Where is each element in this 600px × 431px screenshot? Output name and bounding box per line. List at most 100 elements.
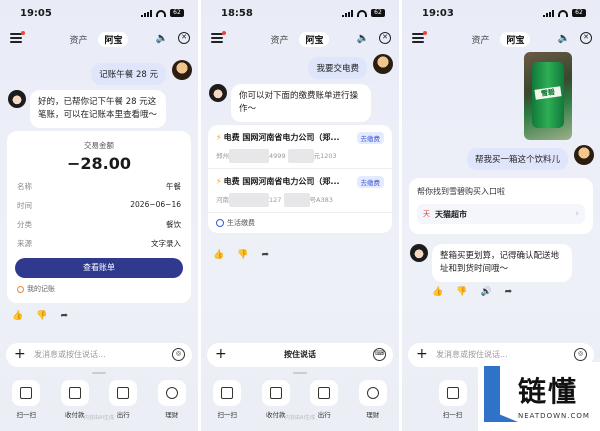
phone-screen-electricity: 18:58 62 资产 阿宝 🔈 ✕ 我要交电费 你可以对下面的缴费账单进行操作… [201, 0, 399, 431]
sound-icon[interactable]: 🔈 [357, 33, 369, 44]
scan-icon [221, 387, 234, 399]
battery-icon: 62 [170, 9, 184, 17]
scan-icon [20, 387, 33, 399]
message-input-bar[interactable]: + 发消息或按住说话... ◎ [6, 343, 192, 367]
can-shape: 雪碧 [532, 62, 564, 128]
store-card: 帮你找到雪碧购买入口啦 天 天猫超市 › [409, 178, 593, 234]
logo-subtext: NEATDOWN.COM [518, 412, 590, 420]
amount-value: −28.00 [66, 154, 131, 173]
assistant-avatar [410, 244, 428, 262]
can-label: 雪碧 [534, 86, 562, 100]
sound-icon[interactable]: 🔈 [156, 33, 168, 44]
voice-icon[interactable]: ◎ [574, 348, 587, 361]
dislike-icon[interactable]: 👎 [456, 287, 467, 297]
phone-screen-bookkeeping: 19:05 62 资产 阿宝 🔈 ✕ 记账午餐 28 元 好的，已帮你记下午餐 … [0, 0, 198, 431]
like-icon[interactable]: 👍 [213, 250, 224, 260]
travel-icon [117, 387, 130, 399]
ai-disclaimer: 内容由AI生成 [285, 415, 315, 421]
voice-icon[interactable]: ◎ [172, 348, 185, 361]
ai-disclaimer: 内容由AI生成 [84, 415, 114, 421]
payment-icon [68, 387, 81, 399]
user-avatar [574, 145, 594, 165]
share-icon[interactable]: ➦ [505, 287, 513, 297]
assistant-message: 你可以对下面的缴费账单进行操作～ [231, 84, 371, 122]
battery-icon: 62 [371, 9, 385, 17]
payment-icon [269, 387, 282, 399]
signal-icon [342, 9, 353, 17]
wifi-icon [558, 9, 568, 17]
my-bookkeeping-link[interactable]: 我的记账 [17, 284, 181, 294]
clock: 19:05 [20, 8, 52, 19]
app-header: 资产 阿宝 🔈 ✕ [402, 28, 600, 50]
bolt-icon: ⚡ [216, 133, 222, 142]
tab-abao[interactable]: 阿宝 [500, 32, 531, 47]
finance-icon [165, 387, 178, 399]
message-input[interactable]: 发消息或按住说话... [436, 349, 508, 360]
tab-abao[interactable]: 阿宝 [299, 32, 330, 47]
feedback-actions: 👍 👎 🔊 ➦ [432, 287, 512, 297]
finance-icon [366, 387, 379, 399]
app-header: 资产 阿宝 🔈 ✕ [0, 28, 198, 50]
bookkeeping-icon [17, 285, 24, 293]
keyboard-icon[interactable]: ⌨ [373, 348, 386, 361]
status-bar: 19:05 62 [0, 0, 198, 24]
tmall-icon: 天 [423, 210, 430, 218]
life-payment-link[interactable]: 生活缴费 [208, 213, 392, 233]
pay-button[interactable]: 去缴费 [356, 176, 384, 188]
dislike-icon[interactable]: 👎 [36, 311, 47, 321]
tab-assets[interactable]: 资产 [70, 33, 88, 46]
detail-row: 分类 餐饮 [17, 220, 181, 229]
share-icon[interactable]: ➦ [261, 250, 269, 260]
app-header: 资产 阿宝 🔈 ✕ [201, 28, 399, 50]
user-message: 帮我买一箱这个饮料儿 [466, 148, 568, 170]
logo-mark-foot [484, 408, 518, 422]
close-icon[interactable]: ✕ [178, 32, 190, 44]
scan-icon [446, 387, 459, 399]
user-avatar [373, 54, 393, 74]
share-icon[interactable]: ➦ [60, 311, 68, 321]
transaction-card: 交易金额 −28.00 名称 午餐 时间 2026−06−16 分类 餐饮 来源 文字录… [7, 131, 191, 303]
sound-icon[interactable]: 🔈 [558, 33, 570, 44]
assistant-avatar [209, 84, 227, 102]
assistant-avatar [8, 90, 26, 108]
close-icon[interactable]: ✕ [379, 32, 391, 44]
detail-row: 名称 午餐 [17, 182, 181, 191]
divider [293, 372, 307, 374]
message-input[interactable]: 发消息或按住说话... [34, 349, 106, 360]
voice-input-bar[interactable]: + 按住说话 ⌨ [207, 343, 393, 367]
store-card-title: 帮你找到雪碧购买入口啦 [417, 187, 505, 196]
amount-label: 交易金额 [84, 141, 114, 150]
travel-icon [318, 387, 331, 399]
dislike-icon[interactable]: 👎 [237, 250, 248, 260]
wifi-icon [357, 9, 367, 17]
tool-scan[interactable]: 扫一扫 [433, 380, 473, 419]
user-message: 我要交电费 [308, 57, 367, 79]
bill-list-card: ⚡ 电费 国网河南省电力公司（郑... 去缴费 郑州 4999 元1203 ⚡ 电费 … [208, 125, 392, 233]
hold-to-talk-button[interactable]: 按住说话 [207, 349, 393, 360]
close-icon[interactable]: ✕ [580, 32, 592, 44]
plus-icon[interactable]: + [416, 346, 428, 362]
tab-abao[interactable]: 阿宝 [98, 32, 129, 47]
tab-assets[interactable]: 资产 [271, 33, 289, 46]
view-bill-button[interactable]: 查看账单 [15, 258, 183, 278]
tab-assets[interactable]: 资产 [472, 33, 490, 46]
feedback-actions: 👍 👎 ➦ [213, 250, 269, 260]
audio-icon[interactable]: 🔊 [480, 287, 491, 297]
chevron-right-icon: › [575, 209, 579, 219]
plus-icon[interactable]: + [14, 346, 26, 362]
like-icon[interactable]: 👍 [12, 311, 23, 321]
status-bar: 19:03 62 [402, 0, 600, 24]
like-icon[interactable]: 👍 [432, 287, 443, 297]
sprite-can-photo[interactable]: 雪碧 [524, 52, 572, 140]
detail-row: 时间 2026−06−16 [17, 200, 181, 210]
signal-icon [543, 9, 554, 17]
clock: 19:03 [422, 8, 454, 19]
site-logo: 链懂 NEATDOWN.COM [478, 362, 600, 431]
bill-item[interactable]: ⚡ 电费 国网河南省电力公司（郑... 去缴费 郑州 4999 元1203 [208, 125, 392, 169]
signal-icon [141, 9, 152, 17]
status-bar: 18:58 62 [201, 0, 399, 24]
bill-item[interactable]: ⚡ 电费 国网河南省电力公司（郑... 去缴费 河南 127 号A383 [208, 169, 392, 213]
pay-button[interactable]: 去缴费 [356, 132, 384, 144]
tmall-supermarket-link[interactable]: 天 天猫超市 › [417, 204, 585, 224]
user-avatar [172, 60, 192, 80]
